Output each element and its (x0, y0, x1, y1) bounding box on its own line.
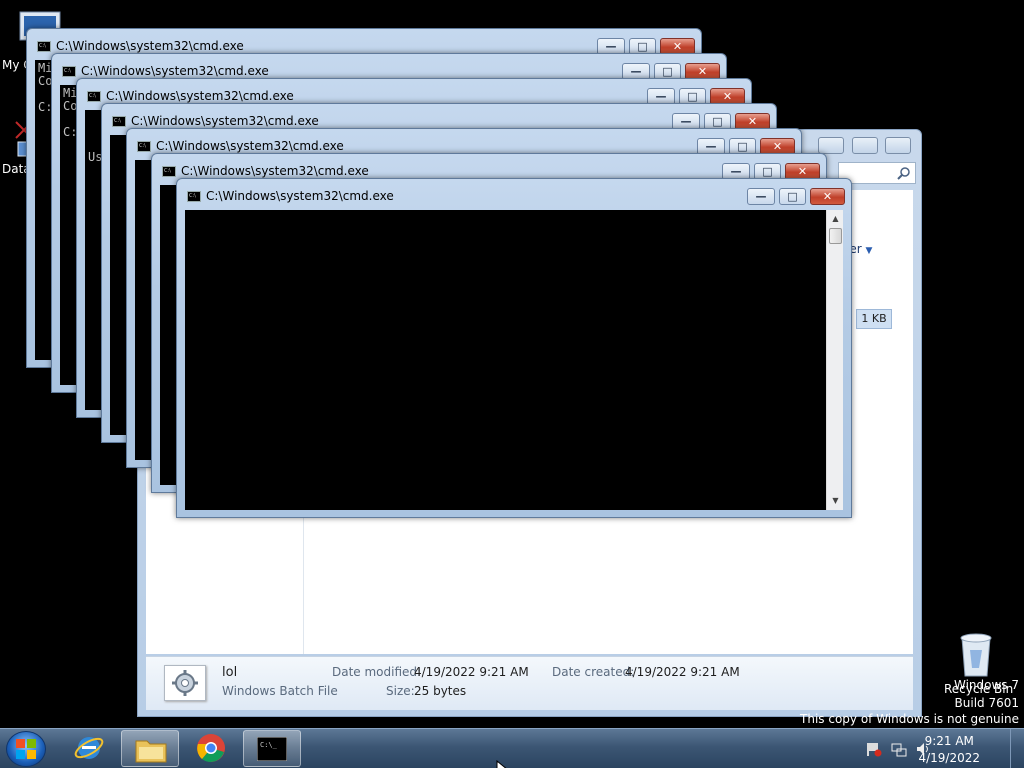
windows-version-watermark: Windows 7 (953, 678, 1019, 692)
maximize-icon: □ (687, 90, 698, 103)
minimize-icon: — (705, 140, 717, 153)
taskbar-clock[interactable]: 9:21 AM 4/19/2022 (918, 733, 980, 767)
size-label: Size: (386, 684, 415, 698)
close-icon: ✕ (772, 140, 783, 153)
explorer-minimize-button[interactable] (818, 137, 844, 154)
minimize-icon: — (655, 90, 667, 103)
close-icon: ✕ (672, 40, 683, 53)
search-icon (897, 167, 910, 180)
clock-time: 9:21 AM (924, 734, 974, 748)
taskbar-internet-explorer[interactable] (60, 730, 118, 767)
console-output[interactable] (185, 210, 843, 510)
maximize-icon: □ (787, 190, 798, 203)
taskbar-google-chrome[interactable] (182, 730, 240, 767)
cmd-app-icon: C:\ (162, 166, 176, 177)
show-desktop-button[interactable] (1010, 729, 1024, 768)
chrome-icon (197, 734, 225, 762)
svg-text:C:\_: C:\_ (260, 741, 278, 749)
minimize-icon: — (755, 190, 767, 203)
date-modified-label: Date modified: (332, 665, 422, 679)
close-button[interactable]: ✕ (810, 188, 845, 205)
cmd-app-icon: C:\ (187, 191, 201, 202)
minimize-icon: — (630, 65, 642, 78)
action-center-flag-icon[interactable] (866, 741, 882, 757)
date-created-label: Date created: (552, 665, 635, 679)
folder-icon (135, 740, 167, 763)
maximize-icon: □ (762, 165, 773, 178)
cmd-window-title: C:\Windows\system32\cmd.exe (106, 89, 294, 103)
minimize-icon: — (680, 115, 692, 128)
minimize-icon: — (605, 40, 617, 53)
windows-logo-icon (16, 739, 36, 759)
cmd-app-icon: C:\ (87, 91, 101, 102)
cmd-window-title: C:\Windows\system32\cmd.exe (56, 39, 244, 53)
explorer-close-button[interactable] (885, 137, 911, 154)
maximize-icon: □ (637, 40, 648, 53)
scroll-up-icon[interactable]: ▲ (827, 212, 844, 226)
close-icon: ✕ (822, 190, 833, 203)
maximize-icon: □ (662, 65, 673, 78)
close-icon: ✕ (747, 115, 758, 128)
cmd-window-title: C:\Windows\system32\cmd.exe (181, 164, 369, 178)
chevron-down-icon: ▼ (865, 246, 873, 256)
file-type: Windows Batch File (222, 684, 338, 698)
cmd-window-title: C:\Windows\system32\cmd.exe (131, 114, 319, 128)
file-name: lol (222, 665, 238, 680)
date-created-value: 4/19/2022 9:21 AM (625, 665, 740, 679)
internet-explorer-icon (74, 737, 104, 759)
details-pane: lol Windows Batch File Date modified: 4/… (146, 656, 913, 710)
taskbar-windows-explorer[interactable] (121, 730, 179, 767)
maximize-button[interactable]: □ (779, 188, 806, 205)
cmd-window-title: C:\Windows\system32\cmd.exe (156, 139, 344, 153)
cmd-app-icon: C:\ (137, 141, 151, 152)
taskbar: C:\_ 9:21 AM 4/19/2022 (0, 728, 1024, 768)
cmd-window-title: C:\Windows\system32\cmd.exe (206, 189, 394, 203)
not-genuine-watermark: This copy of Windows is not genuine (800, 712, 1019, 726)
desktop: My C Data ? ler ▼ 1 KB (0, 0, 1024, 768)
batch-file-icon (164, 665, 206, 701)
cmd-window-title: C:\Windows\system32\cmd.exe (81, 64, 269, 78)
windows-build-watermark: Build 7601 (954, 696, 1019, 710)
network-icon[interactable] (891, 741, 907, 757)
command-prompt-icon: C:\_ (257, 737, 287, 761)
close-icon: ✕ (697, 65, 708, 78)
file-size-cell: 1 KB (856, 309, 892, 329)
vertical-scrollbar[interactable]: ▲▼ (826, 210, 843, 510)
minimize-icon: — (730, 165, 742, 178)
scroll-down-icon[interactable]: ▼ (827, 494, 844, 508)
close-icon: ✕ (722, 90, 733, 103)
start-button[interactable] (6, 731, 46, 767)
scrollbar-thumb[interactable] (829, 228, 842, 244)
cmd-title-bar[interactable]: C:\ C:\Windows\system32\cmd.exe — □ ✕ (177, 179, 851, 209)
mouse-cursor-icon (496, 760, 507, 768)
cmd-app-icon: C:\ (112, 116, 126, 127)
recycle-bin-icon (960, 633, 992, 677)
cmd-app-icon: C:\ (62, 66, 76, 77)
minimize-button[interactable]: — (747, 188, 775, 205)
close-icon: ✕ (797, 165, 808, 178)
explorer-maximize-button[interactable] (852, 137, 878, 154)
maximize-icon: □ (712, 115, 723, 128)
date-modified-value: 4/19/2022 9:21 AM (414, 665, 529, 679)
taskbar-command-prompt[interactable]: C:\_ (243, 730, 301, 767)
cmd-app-icon: C:\ (37, 41, 51, 52)
cmd-window[interactable]: C:\C:\Windows\system32\cmd.exe—□✕▲▼ (176, 178, 852, 518)
size-value: 25 bytes (414, 684, 467, 698)
clock-date: 4/19/2022 (918, 751, 980, 765)
maximize-icon: □ (737, 140, 748, 153)
